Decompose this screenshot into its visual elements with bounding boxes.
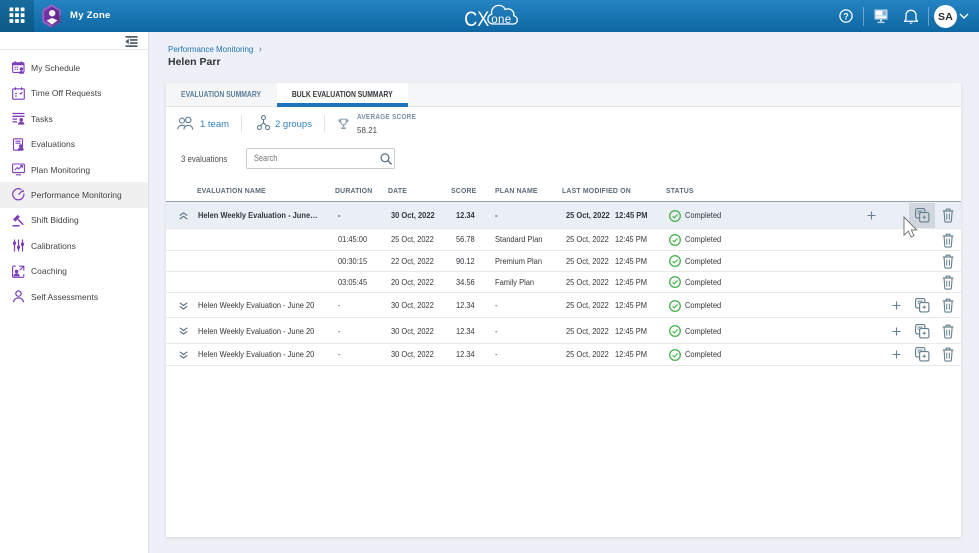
svg-text:CX: CX [464,8,489,31]
svg-text:one: one [491,14,511,26]
svg-text:?: ? [843,11,849,21]
